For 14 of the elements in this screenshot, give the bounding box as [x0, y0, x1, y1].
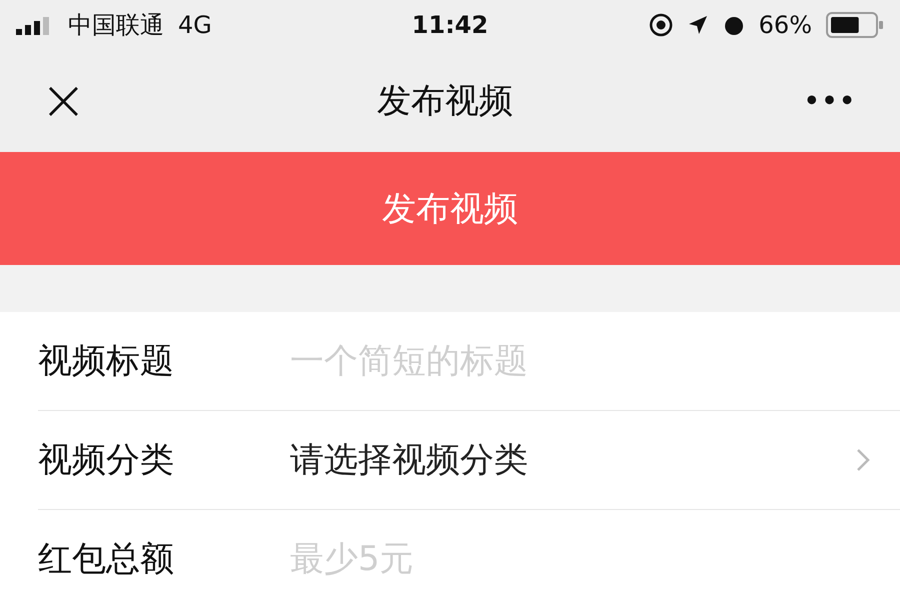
category-select[interactable]: 请选择视频分类 [290, 437, 870, 483]
page-title: 发布视频 [376, 80, 513, 123]
chevron-right-icon [856, 448, 870, 472]
network-type: 4G [178, 11, 212, 39]
carrier-name: 中国联通 [68, 10, 164, 41]
clock-time: 11:42 [412, 11, 488, 39]
field-label: 红包总额 [38, 538, 175, 581]
location-icon [686, 14, 709, 36]
battery-percent: 66% [758, 11, 812, 39]
close-button[interactable]: × [40, 73, 87, 129]
more-button[interactable]: ••• [802, 84, 856, 118]
field-label: 视频分类 [38, 439, 175, 482]
battery-icon [826, 12, 884, 38]
field-label: 视频标题 [38, 340, 175, 383]
